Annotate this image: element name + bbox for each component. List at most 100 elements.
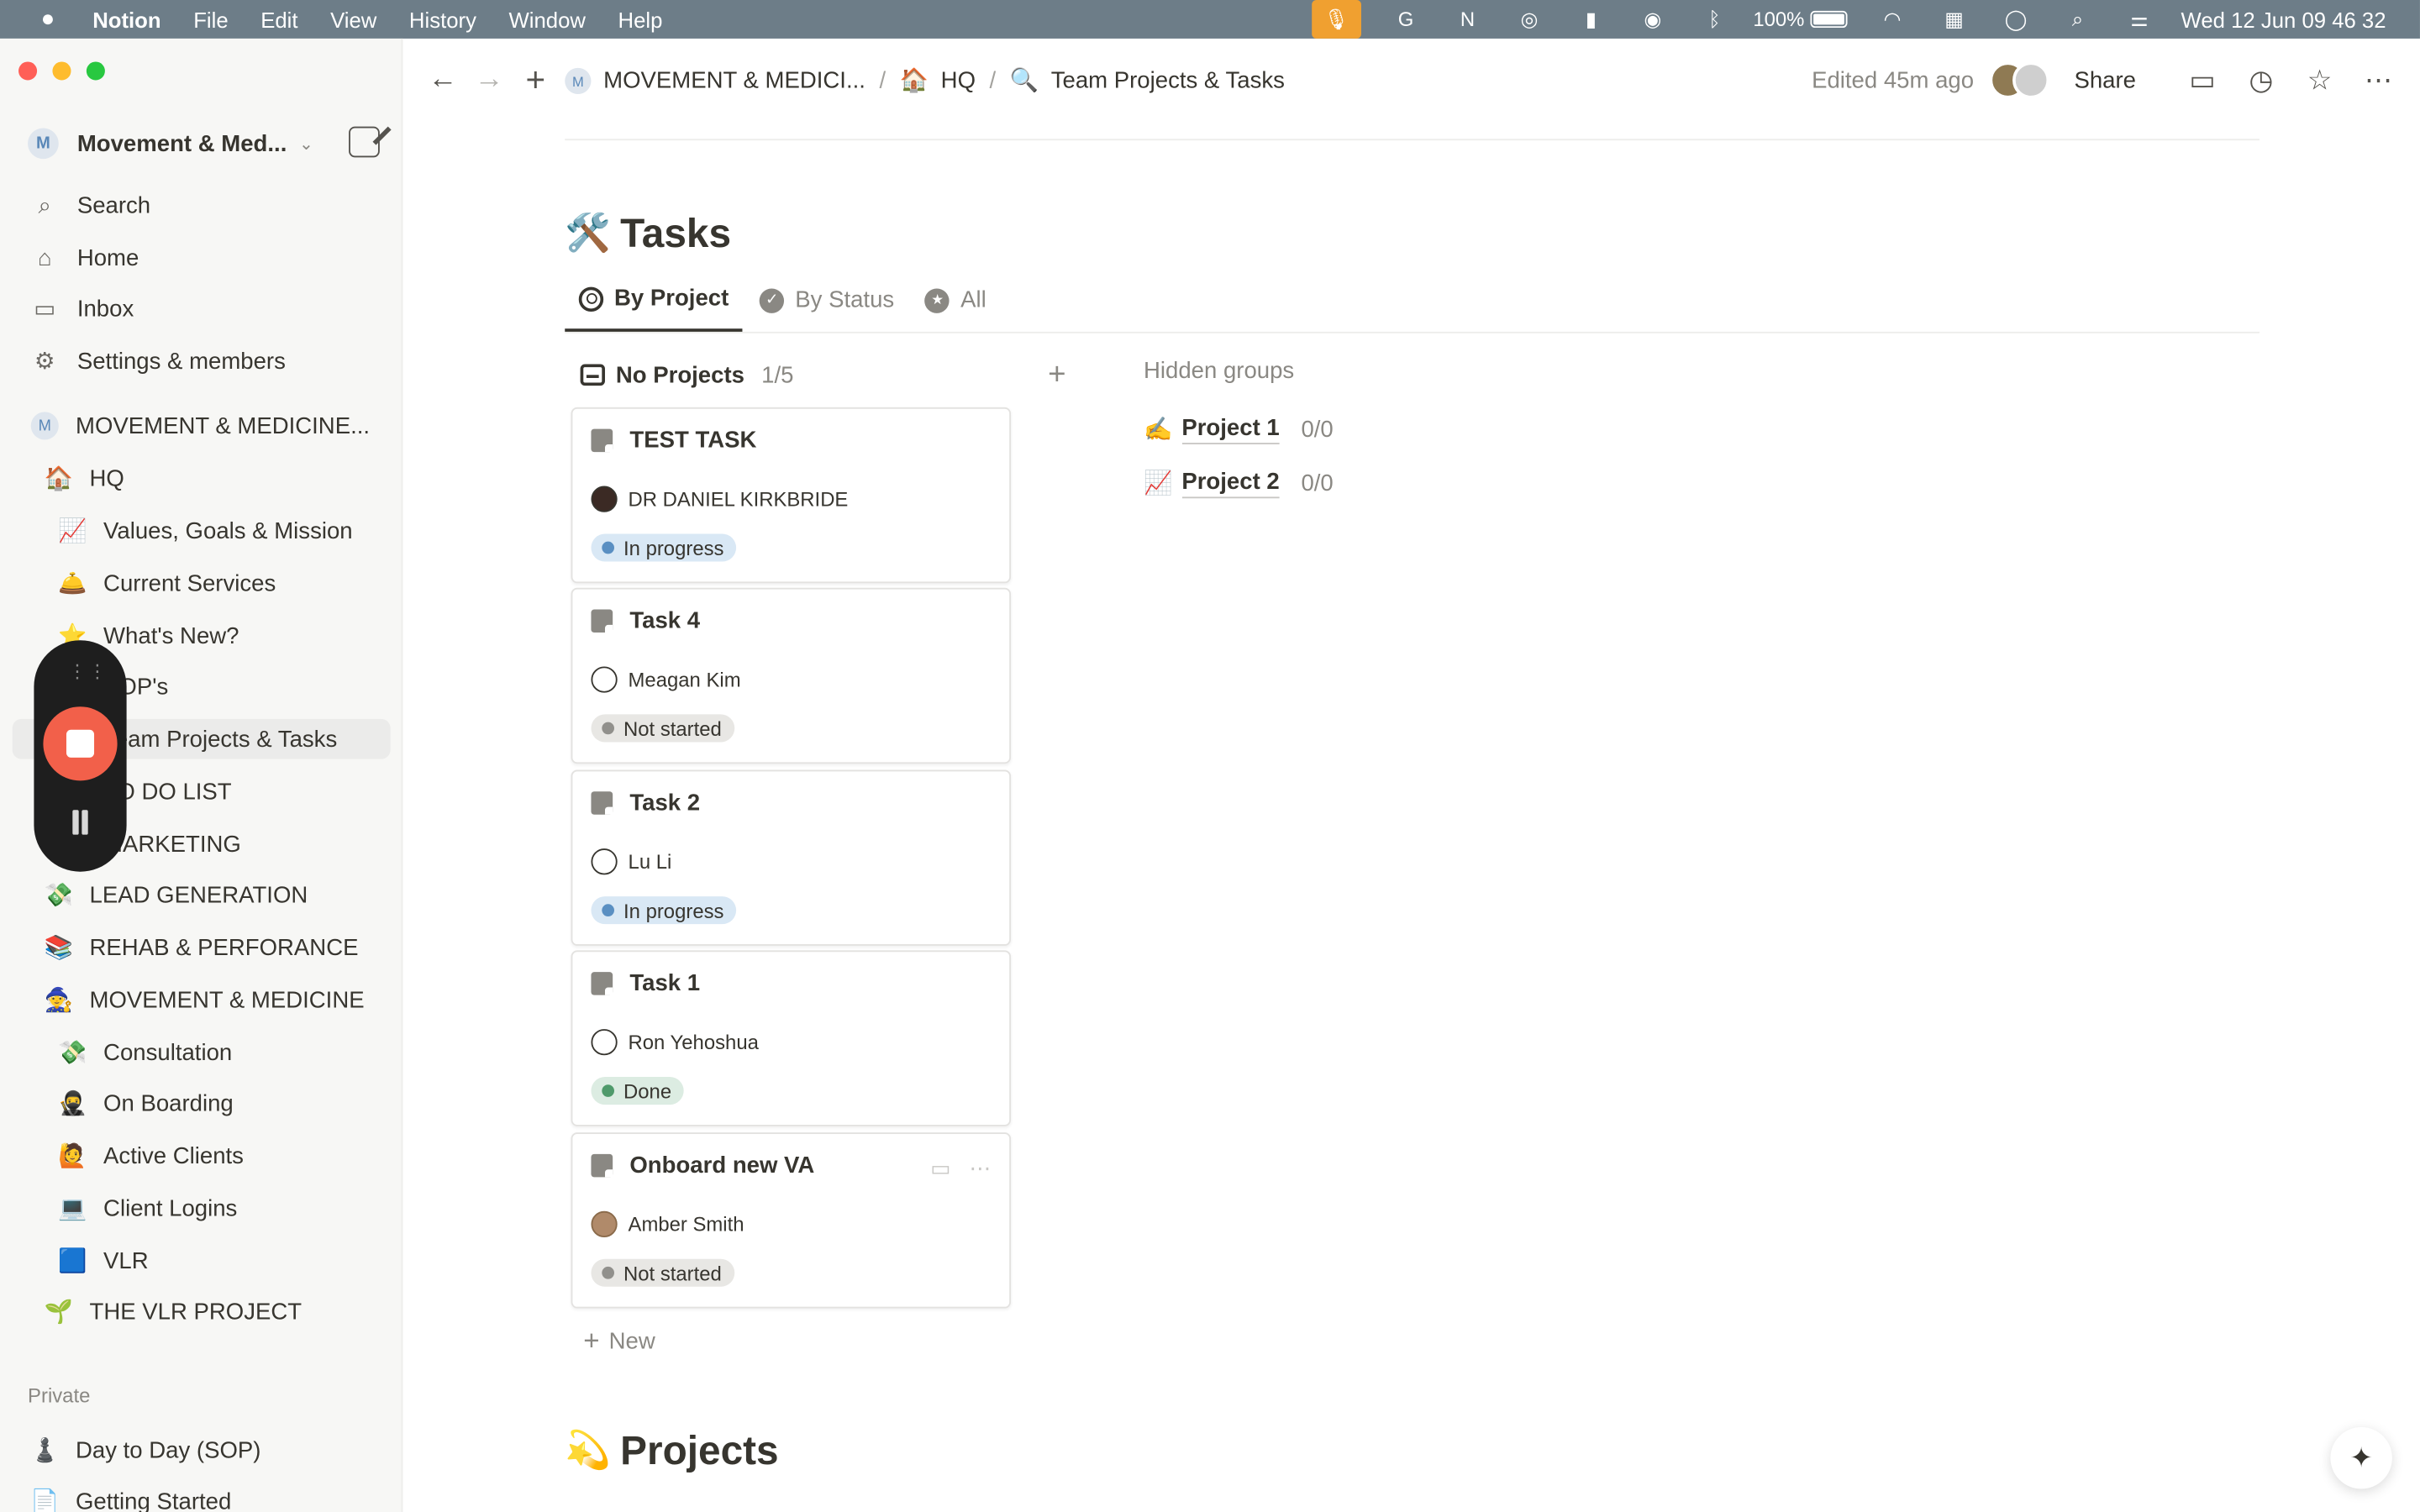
sidebar-item-lead-generation[interactable]: 💸 LEAD GENERATION xyxy=(42,874,308,915)
menu-window[interactable]: Window xyxy=(509,7,586,31)
favorite-star-icon[interactable]: ☆ xyxy=(2302,63,2336,97)
board-card[interactable]: TEST TASK DR DANIEL KIRKBRIDE In progres… xyxy=(571,407,1012,584)
sidebar-teamspace[interactable]: M MOVEMENT & MEDICINE... xyxy=(28,406,370,446)
menu-file[interactable]: File xyxy=(193,7,228,31)
sidebar-item-values[interactable]: 📈 Values, Goals & Mission xyxy=(55,511,352,551)
grammarly-icon[interactable]: G xyxy=(1389,5,1423,33)
sidebar-item-onboarding[interactable]: 🥷 On Boarding xyxy=(55,1083,234,1123)
assignee-name: Meagan Kim xyxy=(628,668,741,691)
workspace-name: Movement & Med... xyxy=(76,130,287,157)
comment-icon[interactable]: ▭ xyxy=(2186,63,2219,97)
menu-edit[interactable]: Edit xyxy=(260,7,297,31)
ai-assistant-sparkle-icon[interactable]: ✦ xyxy=(2330,1426,2392,1489)
status-badge: Not started xyxy=(591,1258,734,1287)
books-icon: 📚 xyxy=(44,935,73,962)
screen-recorder-widget[interactable]: ⋮⋮ xyxy=(34,640,127,872)
menu-help[interactable]: Help xyxy=(618,7,663,31)
sidebar-settings[interactable]: ⚙ Settings & members xyxy=(28,341,286,381)
sidebar-item-vlr-project[interactable]: 🌱 THE VLR PROJECT xyxy=(42,1291,302,1331)
battery-indicator[interactable]: 100% xyxy=(1753,8,1848,31)
user-icon[interactable]: ◯ xyxy=(1999,5,2033,33)
sidebar-item-consultation[interactable]: 💸 Consultation xyxy=(55,1032,232,1073)
bluetooth-icon[interactable]: ᛒ xyxy=(1697,5,1731,33)
sidebar-inbox[interactable]: ▭ Inbox xyxy=(28,288,134,328)
spotlight-search-icon[interactable]: ⌕ xyxy=(2060,5,2094,33)
sidebar-item-getting-started[interactable]: 📄 Getting Started xyxy=(28,1481,231,1511)
microphone-icon[interactable]: 🎙 xyxy=(1312,0,1361,39)
sidebar-item-vlr[interactable]: 🟦 VLR xyxy=(55,1241,149,1281)
sidebar-search[interactable]: ⌕ Search xyxy=(28,185,151,225)
sidebar-item-day-to-day[interactable]: ♟️ Day to Day (SOP) xyxy=(28,1431,260,1471)
board-card[interactable]: Task 2 Lu Li In progress xyxy=(571,769,1012,946)
battery-icon xyxy=(1810,10,1848,29)
new-card-button[interactable]: + New xyxy=(583,1326,655,1358)
airdrop-icon[interactable]: ◉ xyxy=(1636,5,1670,33)
sidebar-item-movement-medicine[interactable]: 🧙 MOVEMENT & MEDICINE xyxy=(42,979,365,1020)
hidden-group-project-1[interactable]: ✍️ Project 1 0/0 xyxy=(1144,411,1334,448)
tasks-heading[interactable]: 🛠️ Tasks xyxy=(565,202,731,264)
status-text: In progress xyxy=(623,898,724,922)
board-card[interactable]: Onboard new VA ▭ ⋯ Amber Smith Not start… xyxy=(571,1132,1012,1309)
history-clock-icon[interactable]: ◷ xyxy=(2244,63,2278,97)
card-hover-tools: ▭ ⋯ xyxy=(930,1156,991,1182)
status-menus: 🎙 G N ◎ ▮ ◉ ᛒ 100% ◠ ▦ ◯ ⌕ ⚌ Wed 12 Jun … xyxy=(1312,0,2386,39)
hidden-group-name: Project 1 xyxy=(1181,414,1280,444)
open-page-icon[interactable]: ▭ xyxy=(930,1156,950,1182)
sidebar-item-rehab[interactable]: 📚 REHAB & PERFORANCE xyxy=(42,927,359,968)
new-tab-plus-icon[interactable]: + xyxy=(515,60,555,101)
sidebar-item-active-clients[interactable]: 🙋 Active Clients xyxy=(55,1136,244,1176)
wifi-icon[interactable]: ◠ xyxy=(1876,5,1909,33)
workspace-switcher[interactable]: M Movement & Med... ⌄ xyxy=(28,122,392,165)
sidebar-item-current-services[interactable]: 🛎️ Current Services xyxy=(55,563,276,603)
window-close-button[interactable] xyxy=(18,61,38,81)
menu-app-name[interactable]: Notion xyxy=(92,7,160,31)
card-title-text: Task 1 xyxy=(629,970,701,997)
breadcrumb-hq[interactable]: 🏠 HQ xyxy=(900,66,976,94)
board-card[interactable]: Task 4 Meagan Kim Not started xyxy=(571,587,1012,764)
notion-menu-icon[interactable]: N xyxy=(1450,5,1484,33)
calendar-icon[interactable]: ▦ xyxy=(1937,5,1970,33)
contact-card-icon[interactable]: ▮ xyxy=(1574,5,1607,33)
stop-recording-button[interactable] xyxy=(43,706,118,781)
avatar xyxy=(591,486,618,512)
control-center-icon[interactable]: ⚌ xyxy=(2123,5,2156,33)
menu-history[interactable]: History xyxy=(409,7,476,31)
new-page-icon[interactable] xyxy=(349,126,380,158)
house-icon: 🏠 xyxy=(44,465,73,492)
tab-by-status[interactable]: ✓ By Status xyxy=(745,269,908,332)
sidebar-item-hq[interactable]: 🏠 HQ xyxy=(42,458,124,498)
tab-label: By Project xyxy=(614,285,729,312)
teamspace-logo-icon: M xyxy=(565,66,592,95)
window-minimize-button[interactable] xyxy=(52,61,71,81)
tab-all[interactable]: ★ All xyxy=(911,269,1000,332)
more-options-icon[interactable]: ⋯ xyxy=(969,1156,991,1182)
group-count: 1/5 xyxy=(761,361,794,388)
window-zoom-button[interactable] xyxy=(86,61,105,81)
tab-by-project[interactable]: By Project xyxy=(565,269,743,332)
board-card[interactable]: Task 1 Ron Yehoshua Done xyxy=(571,950,1012,1126)
more-options-icon[interactable]: ⋯ xyxy=(2361,63,2395,97)
drag-handle-icon[interactable]: ⋮⋮ xyxy=(68,660,108,682)
board-group-header[interactable]: No Projects 1/5 xyxy=(580,354,1013,395)
projects-heading[interactable]: 💫 Projects xyxy=(565,1420,778,1481)
hidden-group-project-2[interactable]: 📈 Project 2 0/0 xyxy=(1144,465,1334,501)
sidebar-item-client-logins[interactable]: 💻 Client Logins xyxy=(55,1188,237,1228)
apple-icon[interactable]: ● xyxy=(34,6,61,32)
assignee-name: Amber Smith xyxy=(628,1212,744,1236)
back-arrow-icon[interactable]: ← xyxy=(423,60,463,101)
g-circle-icon[interactable]: ◎ xyxy=(1512,5,1546,33)
collaborator-avatars[interactable] xyxy=(1989,61,2050,99)
sidebar-home[interactable]: ⌂ Home xyxy=(28,238,139,278)
page-icon xyxy=(591,1153,613,1178)
chevron-down-icon: ⌄ xyxy=(299,134,313,154)
menu-view[interactable]: View xyxy=(330,7,376,31)
breadcrumb-current-page[interactable]: 🔍 Team Projects & Tasks xyxy=(1010,66,1285,94)
forward-arrow-icon[interactable]: → xyxy=(469,60,509,101)
clock[interactable]: Wed 12 Jun 09 46 32 xyxy=(2181,7,2386,31)
home-icon: ⌂ xyxy=(37,244,52,271)
pause-icon[interactable] xyxy=(70,810,92,835)
breadcrumb-teamspace[interactable]: M MOVEMENT & MEDICI... xyxy=(565,66,865,95)
page-icon xyxy=(591,972,613,995)
add-group-plus-icon[interactable]: + xyxy=(1048,354,1079,395)
share-button[interactable]: Share xyxy=(2074,67,2136,93)
